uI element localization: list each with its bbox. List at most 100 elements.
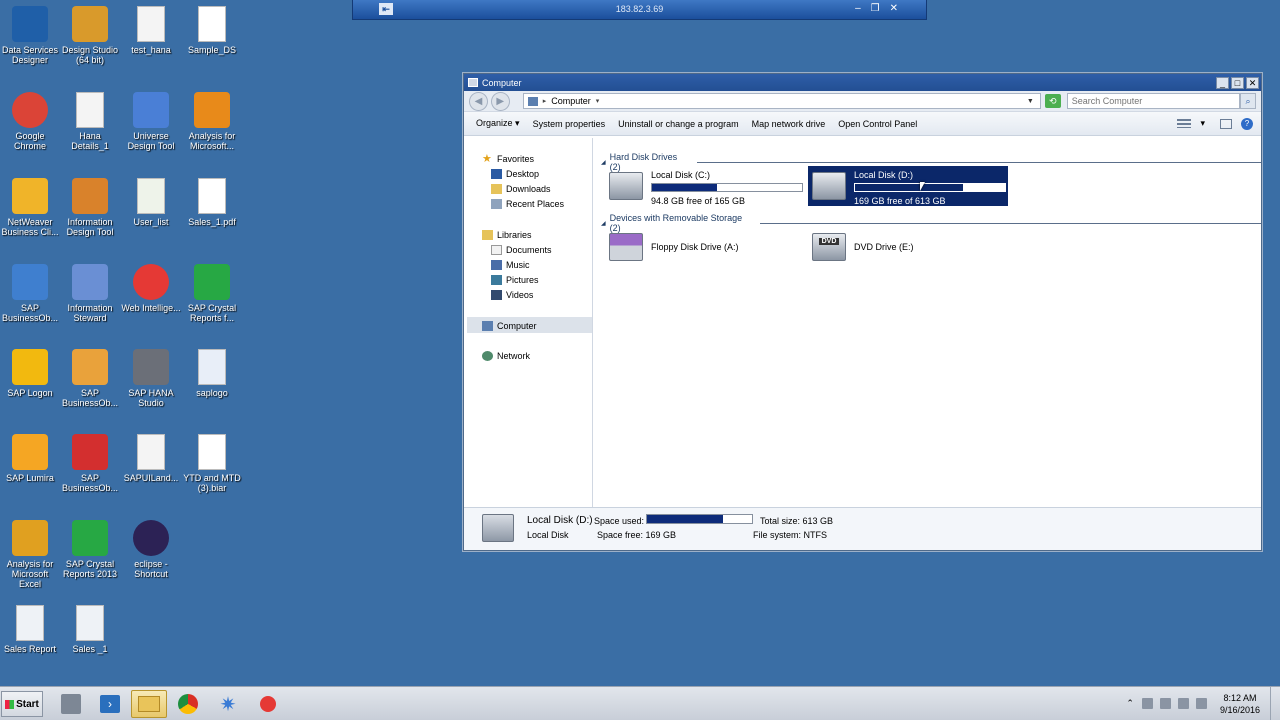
nav-network[interactable]: Network [482,351,530,361]
desktop-icon-item[interactable]: Analysis for Microsoft... [182,92,242,151]
sap-bo-gear-icon [72,349,108,385]
refresh-icon[interactable]: ⟲ [1044,94,1061,108]
taskbar-universe-tool[interactable]: ✷ [210,690,246,718]
nav-recent-places[interactable]: Recent Places [491,199,564,209]
desktop-icon-item[interactable]: Data Services Designer [0,6,60,65]
drive-dvd-e[interactable]: DVD DVD Drive (E:) [808,227,1008,267]
nav-music[interactable]: Music [491,260,530,270]
maximize-button[interactable]: □ [1231,76,1244,89]
open-control-panel-button[interactable]: Open Control Panel [838,119,917,129]
tray-expand-icon[interactable]: ⌃ [1126,698,1134,709]
window-titlebar[interactable]: Computer _ □ ✕ [464,74,1261,91]
desktop-icon-item[interactable]: Sample_DS [182,6,242,55]
nav-pictures[interactable]: Pictures [491,275,539,285]
folder-icon [138,696,160,712]
powershell-icon: › [100,695,120,713]
taskbar-powershell[interactable]: › [92,690,128,718]
desktop-icon-item[interactable]: Design Studio (64 bit) [60,6,120,65]
chevron-down-icon[interactable]: ▾ [596,97,600,105]
view-dropdown-icon[interactable]: ▾ [1200,118,1205,129]
nav-favorites[interactable]: ★ Favorites [482,154,535,165]
desktop-icon-label: SAP Lumira [6,473,54,483]
flag-tray-icon[interactable] [1141,698,1153,709]
desktop-icon-item[interactable]: SAP HANA Studio [121,349,181,408]
search-input[interactable] [1066,93,1241,109]
clock[interactable]: 8:12 AM 9/16/2016 [1220,692,1260,716]
breadcrumb-computer[interactable]: Computer [551,96,591,106]
start-button[interactable]: Start [1,691,43,717]
desktop-icon-item[interactable]: Google Chrome [0,92,60,151]
taskbar-server-manager[interactable] [53,690,89,718]
desktop-icon-label: eclipse - Shortcut [134,559,168,579]
analysis-icon [194,92,230,128]
nav-computer[interactable]: Computer [482,321,537,331]
desktop-icon-item[interactable]: Sales_1.pdf [182,178,242,227]
breadcrumb-arrow-icon[interactable]: ▸ [543,97,547,105]
desktop-icon-item[interactable]: Information Steward [60,264,120,323]
desktop-icon-item[interactable]: test_hana [121,6,181,55]
desktop-icon-item[interactable]: SAP BusinessOb... [60,434,120,493]
desktop-icon-item[interactable]: eclipse - Shortcut [121,520,181,579]
drive-usage-bar [854,183,1006,192]
desktop-icon-item[interactable]: SAPUILand... [121,434,181,483]
desktop-icon-item[interactable]: Hana Details_1 [60,92,120,151]
system-properties-button[interactable]: System properties [533,119,606,129]
address-bar[interactable]: ▸ Computer ▾ ▼ [522,93,1041,109]
desktop-icon-item[interactable]: User_list [121,178,181,227]
recent-places-icon [491,199,502,209]
nav-favorites-label: Favorites [497,154,535,164]
nav-downloads[interactable]: Downloads [491,184,551,194]
map-network-drive-button[interactable]: Map network drive [752,119,826,129]
web-intelligence-icon [133,264,169,300]
back-button[interactable]: ◀ [469,91,488,111]
preview-pane-icon[interactable] [1220,118,1232,129]
desktop-icon-item[interactable]: SAP BusinessOb... [0,264,60,323]
desktop-icon-label: saplogo [196,388,228,398]
desktop-icon-item[interactable]: saplogo [182,349,242,398]
nav-videos[interactable]: Videos [491,290,533,300]
drive-floppy-a[interactable]: Floppy Disk Drive (A:) [605,227,805,267]
taskbar-chrome[interactable] [170,690,206,718]
desktop-icon-item[interactable]: SAP Logon [0,349,60,398]
close-icon[interactable]: ✕ [890,3,898,14]
desktop-icon-item[interactable]: SAP Lumira [0,434,60,483]
drive-local-d[interactable]: Local Disk (D:) 169 GB free of 613 GB [808,166,1008,206]
view-options-icon[interactable] [1177,119,1192,128]
desktop-icon-item[interactable]: Universe Design Tool [121,92,181,151]
action-center-icon[interactable] [1159,698,1171,709]
taskbar-web-intelligence[interactable] [250,690,286,718]
forward-button[interactable]: ▶ [490,91,510,111]
collapse-arrow-icon[interactable]: ◢ [601,220,606,227]
desktop-icon-item[interactable]: Sales _1 [60,605,120,654]
desktop-icon-item[interactable]: SAP BusinessOb... [60,349,120,408]
minimize-button[interactable]: _ [1216,76,1229,89]
network-tray-icon[interactable] [1177,698,1189,709]
desktop-icon-label: SAP HANA Studio [128,388,174,408]
uninstall-program-button[interactable]: Uninstall or change a program [618,119,739,129]
desktop-icon-item[interactable]: Web Intellige... [121,264,181,313]
desktop-icon-item[interactable]: YTD and MTD (3).biar [182,434,242,493]
nav-libraries[interactable]: Libraries [482,230,532,240]
minimize-icon[interactable]: – [855,3,861,14]
universe-icon: ✷ [219,693,237,716]
show-desktop-button[interactable] [1270,687,1280,720]
nav-desktop[interactable]: Desktop [491,169,539,179]
restore-icon[interactable]: ❐ [871,3,880,14]
help-icon[interactable]: ? [1241,117,1253,130]
collapse-arrow-icon[interactable]: ◢ [601,159,606,166]
close-button[interactable]: ✕ [1246,76,1259,89]
search-icon[interactable]: ⌕ [1240,93,1256,109]
desktop-icon-item[interactable]: Information Design Tool [60,178,120,237]
sap-bo-icon [12,264,48,300]
address-dropdown-icon[interactable]: ▼ [1027,98,1034,105]
nav-documents[interactable]: Documents [491,245,552,255]
desktop-icon-item[interactable]: Sales Report [0,605,60,654]
desktop-icon-item[interactable]: SAP Crystal Reports f... [182,264,242,323]
taskbar-explorer[interactable] [131,690,167,718]
drive-local-c[interactable]: Local Disk (C:) 94.8 GB free of 165 GB [605,166,805,206]
volume-icon[interactable] [1195,698,1207,709]
desktop-icon-item[interactable]: Analysis for Microsoft Excel [0,520,60,589]
organize-button[interactable]: Organize ▾ [476,118,520,129]
desktop-icon-item[interactable]: SAP Crystal Reports 2013 [60,520,120,579]
desktop-icon-item[interactable]: NetWeaver Business Cli... [0,178,60,237]
